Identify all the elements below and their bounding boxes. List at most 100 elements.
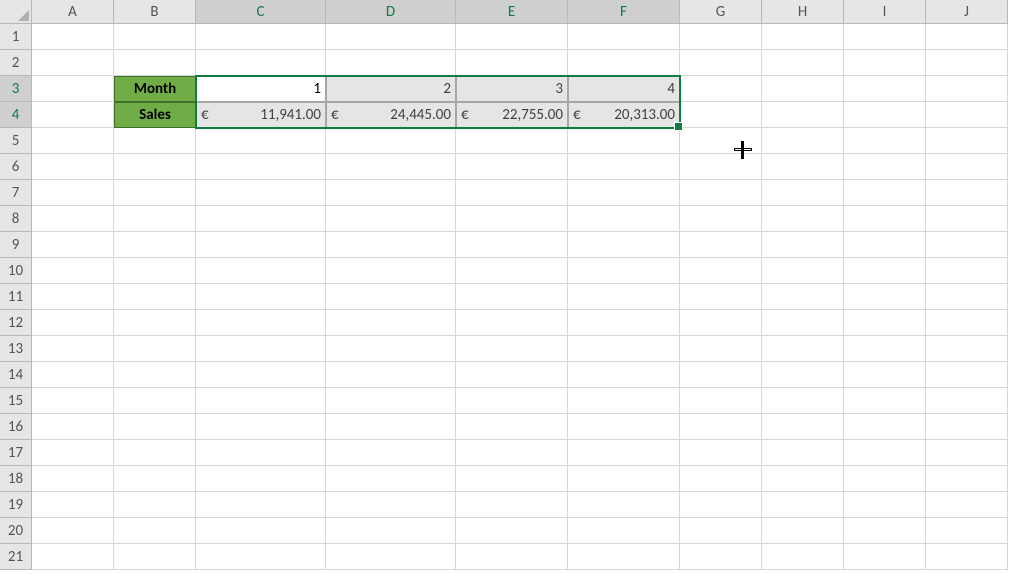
cell-E21[interactable] (456, 544, 568, 570)
cell-G15[interactable] (680, 388, 762, 414)
cell-E7[interactable] (456, 180, 568, 206)
cell-B14[interactable] (114, 362, 196, 388)
cell-C5[interactable] (196, 128, 326, 154)
cell-B10[interactable] (114, 258, 196, 284)
cell-A12[interactable] (32, 310, 114, 336)
cell-I9[interactable] (844, 232, 926, 258)
cell-J5[interactable] (926, 128, 1008, 154)
row-header-18[interactable]: 18 (0, 466, 32, 492)
cell-F14[interactable] (568, 362, 680, 388)
row-header-6[interactable]: 6 (0, 154, 32, 180)
cell-G5[interactable] (680, 128, 762, 154)
cell-D11[interactable] (326, 284, 456, 310)
cell-B21[interactable] (114, 544, 196, 570)
cell-D1[interactable] (326, 24, 456, 50)
cell-E18[interactable] (456, 466, 568, 492)
cell-D4[interactable]: €24,445.00 (326, 102, 456, 128)
cell-F7[interactable] (568, 180, 680, 206)
cell-B17[interactable] (114, 440, 196, 466)
cell-I11[interactable] (844, 284, 926, 310)
cell-A14[interactable] (32, 362, 114, 388)
column-header-H[interactable]: H (762, 0, 844, 24)
cell-F3[interactable]: 4 (568, 76, 680, 102)
cell-C8[interactable] (196, 206, 326, 232)
cell-C4[interactable]: €11,941.00 (196, 102, 326, 128)
cell-A21[interactable] (32, 544, 114, 570)
cell-I16[interactable] (844, 414, 926, 440)
cell-F9[interactable] (568, 232, 680, 258)
cell-I19[interactable] (844, 492, 926, 518)
cell-C16[interactable] (196, 414, 326, 440)
row-header-15[interactable]: 15 (0, 388, 32, 414)
active-cell[interactable]: 1 (197, 77, 325, 101)
cell-D3[interactable]: 2 (326, 76, 456, 102)
cell-F19[interactable] (568, 492, 680, 518)
cell-B4[interactable]: Sales (114, 102, 196, 128)
cell-H5[interactable] (762, 128, 844, 154)
cell-H4[interactable] (762, 102, 844, 128)
cell-H11[interactable] (762, 284, 844, 310)
cell-A20[interactable] (32, 518, 114, 544)
cell-F16[interactable] (568, 414, 680, 440)
cell-A6[interactable] (32, 154, 114, 180)
cell-D14[interactable] (326, 362, 456, 388)
cell-F5[interactable] (568, 128, 680, 154)
cell-F2[interactable] (568, 50, 680, 76)
cell-B2[interactable] (114, 50, 196, 76)
cell-A1[interactable] (32, 24, 114, 50)
cell-B3[interactable]: Month (114, 76, 196, 102)
row-header-3[interactable]: 3 (0, 76, 32, 102)
row-header-8[interactable]: 8 (0, 206, 32, 232)
cell-H9[interactable] (762, 232, 844, 258)
cell-I18[interactable] (844, 466, 926, 492)
cell-J18[interactable] (926, 466, 1008, 492)
cell-D10[interactable] (326, 258, 456, 284)
cell-I1[interactable] (844, 24, 926, 50)
row-header-12[interactable]: 12 (0, 310, 32, 336)
cell-G2[interactable] (680, 50, 762, 76)
cell-I4[interactable] (844, 102, 926, 128)
cell-G16[interactable] (680, 414, 762, 440)
cell-G10[interactable] (680, 258, 762, 284)
row-header-20[interactable]: 20 (0, 518, 32, 544)
cell-E10[interactable] (456, 258, 568, 284)
cell-H14[interactable] (762, 362, 844, 388)
cell-A8[interactable] (32, 206, 114, 232)
cell-E13[interactable] (456, 336, 568, 362)
cell-E15[interactable] (456, 388, 568, 414)
cell-H17[interactable] (762, 440, 844, 466)
cell-H13[interactable] (762, 336, 844, 362)
cell-C17[interactable] (196, 440, 326, 466)
cell-I21[interactable] (844, 544, 926, 570)
cell-B16[interactable] (114, 414, 196, 440)
cell-H8[interactable] (762, 206, 844, 232)
cell-C19[interactable] (196, 492, 326, 518)
cell-F10[interactable] (568, 258, 680, 284)
cell-J16[interactable] (926, 414, 1008, 440)
cell-C21[interactable] (196, 544, 326, 570)
cell-H7[interactable] (762, 180, 844, 206)
cell-A9[interactable] (32, 232, 114, 258)
cell-J6[interactable] (926, 154, 1008, 180)
cell-G11[interactable] (680, 284, 762, 310)
cell-J21[interactable] (926, 544, 1008, 570)
cell-H2[interactable] (762, 50, 844, 76)
cell-I12[interactable] (844, 310, 926, 336)
cell-F18[interactable] (568, 466, 680, 492)
cell-B1[interactable] (114, 24, 196, 50)
cell-E1[interactable] (456, 24, 568, 50)
row-header-9[interactable]: 9 (0, 232, 32, 258)
cell-A11[interactable] (32, 284, 114, 310)
row-header-19[interactable]: 19 (0, 492, 32, 518)
cell-F12[interactable] (568, 310, 680, 336)
cell-J12[interactable] (926, 310, 1008, 336)
cell-G20[interactable] (680, 518, 762, 544)
cell-B15[interactable] (114, 388, 196, 414)
cell-F13[interactable] (568, 336, 680, 362)
cell-C2[interactable] (196, 50, 326, 76)
row-header-17[interactable]: 17 (0, 440, 32, 466)
cell-D19[interactable] (326, 492, 456, 518)
cell-E12[interactable] (456, 310, 568, 336)
cell-H19[interactable] (762, 492, 844, 518)
cell-D15[interactable] (326, 388, 456, 414)
